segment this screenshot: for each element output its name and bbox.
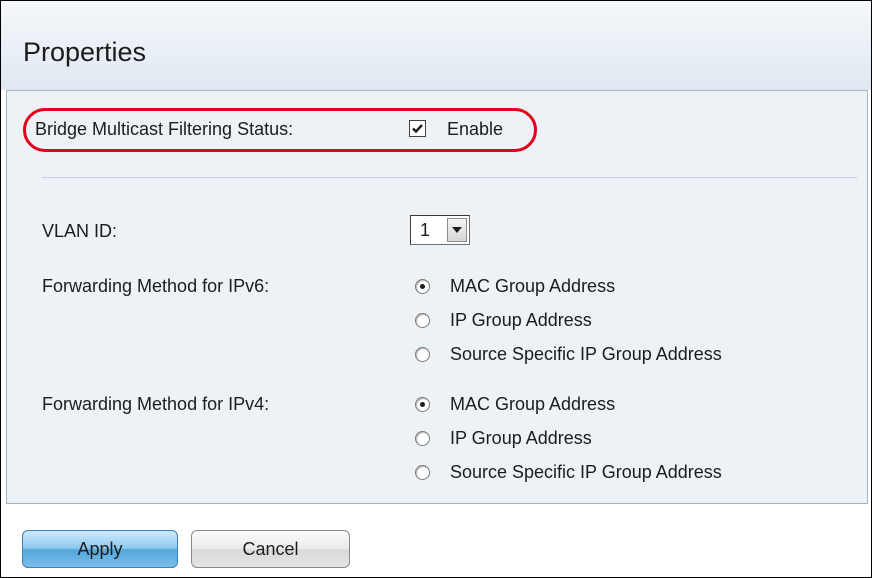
ipv6-ip-group-radio[interactable] <box>415 313 430 328</box>
vlan-id-value: 1 <box>420 220 431 240</box>
enable-checkbox[interactable] <box>409 120 426 137</box>
ipv4-ip-group-label[interactable]: IP Group Address <box>450 428 592 449</box>
properties-panel <box>6 90 868 504</box>
vlan-id-select[interactable]: 1 <box>410 215 470 245</box>
section-divider <box>42 177 857 178</box>
vlan-id-label: VLAN ID: <box>42 221 118 241</box>
chevron-down-icon <box>452 227 462 233</box>
ipv6-ip-group-label[interactable]: IP Group Address <box>450 310 592 331</box>
page-title: Properties <box>23 37 147 67</box>
ipv4-mac-group-label[interactable]: MAC Group Address <box>450 394 615 415</box>
ipv6-mac-group-radio[interactable] <box>415 279 430 294</box>
bridge-multicast-label: Bridge Multicast Filtering Status: <box>35 119 294 139</box>
checkmark-icon <box>412 124 423 134</box>
radio-dot-icon <box>420 284 425 289</box>
ipv4-mac-group-radio[interactable] <box>415 397 430 412</box>
ipv6-source-specific-radio[interactable] <box>415 347 430 362</box>
ipv4-source-specific-label[interactable]: Source Specific IP Group Address <box>450 462 722 483</box>
cancel-button[interactable]: Cancel <box>191 530 350 568</box>
ipv4-ip-group-radio[interactable] <box>415 431 430 446</box>
vlan-dropdown-button[interactable] <box>447 218 467 242</box>
apply-button[interactable]: Apply <box>22 530 178 568</box>
radio-dot-icon <box>420 402 425 407</box>
ipv6-mac-group-label[interactable]: MAC Group Address <box>450 276 615 297</box>
ipv6-forwarding-label: Forwarding Method for IPv6: <box>42 276 270 296</box>
ipv4-forwarding-label: Forwarding Method for IPv4: <box>42 394 270 414</box>
enable-label[interactable]: Enable <box>447 119 503 140</box>
ipv6-source-specific-label[interactable]: Source Specific IP Group Address <box>450 344 722 365</box>
ipv4-source-specific-radio[interactable] <box>415 465 430 480</box>
